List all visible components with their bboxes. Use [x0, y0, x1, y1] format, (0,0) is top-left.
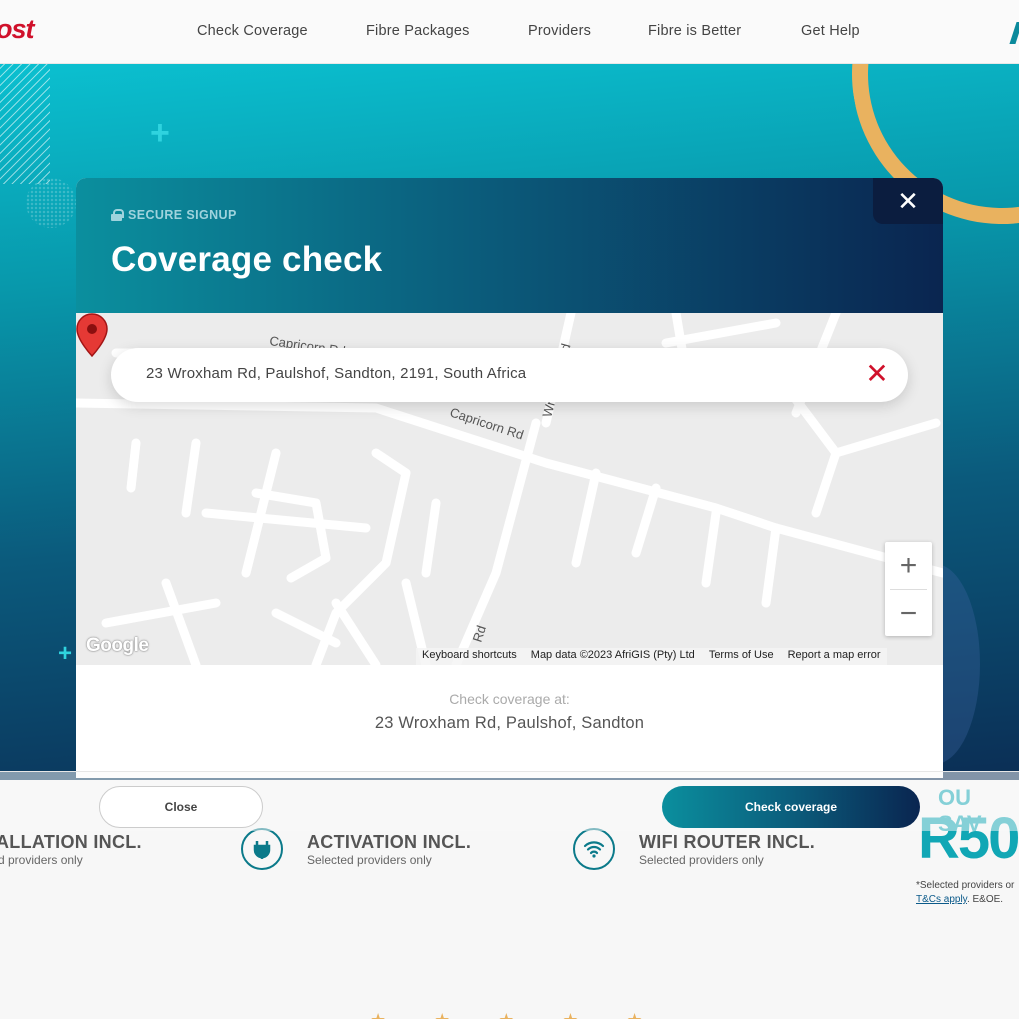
rating-stars: ★★★★★	[370, 1010, 691, 1019]
modal-footer: Close Check coverage	[0, 771, 1019, 831]
map-pin-icon	[76, 313, 108, 357]
clear-icon[interactable]: ✕	[862, 358, 892, 389]
dot-circle-decoration	[26, 178, 76, 228]
nav-fibre-is-better[interactable]: Fibre is Better	[648, 23, 741, 39]
savings-terms: T&Cs apply. E&OE.	[916, 894, 1003, 905]
address-search-box[interactable]: 23 Wroxham Rd, Paulshof, Sandton, 2191, …	[111, 348, 908, 402]
savings-note: *Selected providers or	[916, 880, 1015, 891]
modal-title: Coverage check	[111, 240, 383, 279]
zoom-out-button[interactable]: −	[885, 590, 932, 637]
hatch-decoration	[0, 64, 50, 184]
nav-get-help[interactable]: Get Help	[801, 23, 860, 39]
nav-edge-decoration	[1009, 22, 1019, 44]
feature-subtitle: Selected providers only	[307, 853, 432, 867]
feature-subtitle: d providers only	[0, 853, 83, 867]
address-search-input[interactable]: 23 Wroxham Rd, Paulshof, Sandton, 2191, …	[146, 365, 526, 382]
plus-decoration-small: +	[58, 640, 73, 667]
keyboard-shortcuts-link[interactable]: Keyboard shortcuts	[422, 649, 517, 664]
check-coverage-button[interactable]: Check coverage	[662, 786, 920, 828]
terms-link[interactable]: T&Cs apply	[916, 894, 967, 905]
secure-signup-label: SECURE SIGNUP	[111, 208, 237, 222]
wifi-icon	[573, 828, 615, 870]
zoom-controls: + −	[885, 542, 932, 636]
nav-providers[interactable]: Providers	[528, 23, 591, 39]
map-data-text: Map data ©2023 AfriGIS (Pty) Ltd	[530, 649, 695, 661]
nav-check-coverage[interactable]: Check Coverage	[197, 23, 308, 39]
close-icon[interactable]: ✕	[873, 178, 943, 224]
report-map-error-link[interactable]: Report a map error	[788, 649, 881, 664]
coverage-check-modal: SECURE SIGNUP Coverage check ✕ Capricorn…	[76, 178, 943, 778]
lock-icon	[111, 209, 124, 221]
modal-header: SECURE SIGNUP Coverage check ✕	[76, 178, 943, 313]
close-button[interactable]: Close	[99, 786, 263, 828]
feature-title: WIFI ROUTER INCL.	[639, 832, 816, 852]
plus-decoration: +	[150, 114, 170, 152]
zoom-in-button[interactable]: +	[885, 542, 932, 589]
google-logo[interactable]: Google	[86, 635, 149, 657]
coverage-address: 23 Wroxham Rd, Paulshof, Sandton	[374, 714, 645, 732]
terms-of-use-link[interactable]: Terms of Use	[709, 649, 774, 664]
plug-icon	[241, 828, 283, 870]
top-navigation: ost Check Coverage Fibre Packages Provid…	[0, 0, 1019, 64]
map-attribution: Keyboard shortcuts Map data ©2023 AfriGI…	[416, 648, 887, 665]
feature-subtitle: Selected providers only	[639, 853, 764, 867]
map-view[interactable]: Capricorn Rd Capricorn Rd Wroxham Rd Rd …	[76, 313, 943, 665]
nav-fibre-packages[interactable]: Fibre Packages	[366, 23, 470, 39]
brand-logo[interactable]: ost	[0, 14, 34, 45]
feature-title: ACTIVATION INCL.	[307, 832, 472, 852]
feature-title: ALLATION INCL.	[0, 832, 142, 852]
coverage-label: Check coverage at:	[449, 691, 570, 707]
secure-signup-text: SECURE SIGNUP	[128, 208, 237, 222]
terms-suffix: . E&OE.	[966, 894, 1004, 905]
